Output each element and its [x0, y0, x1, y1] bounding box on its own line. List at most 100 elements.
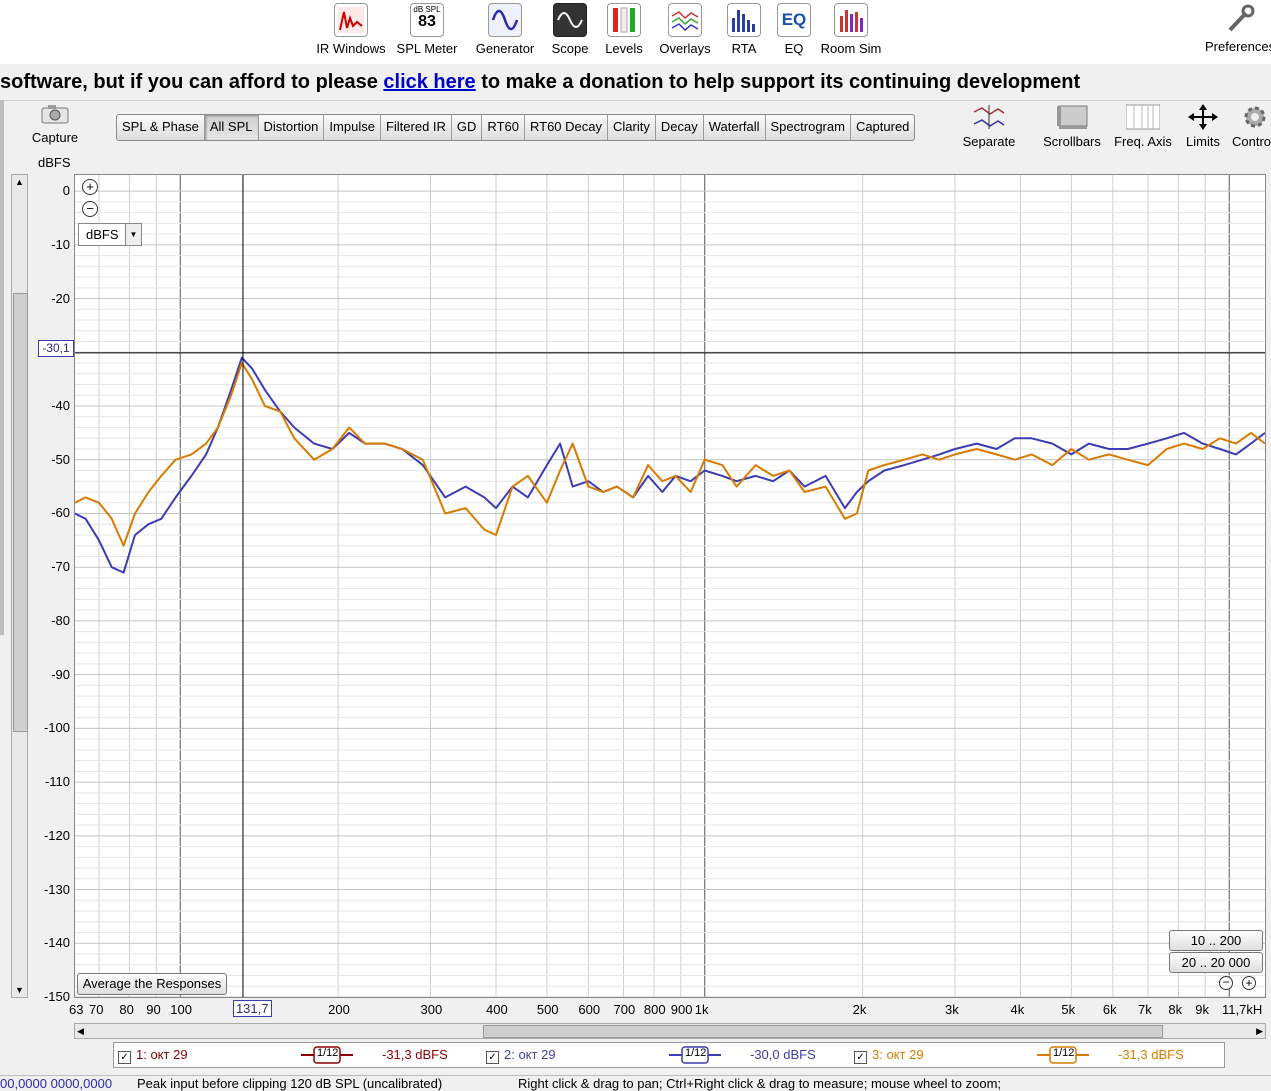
- x-zoom-out-icon[interactable]: −: [1219, 976, 1233, 990]
- x-tick-label: 200: [328, 1002, 350, 1017]
- legend-item-2[interactable]: ✓ 2: окт 29: [486, 1047, 556, 1064]
- x-scrollbar-thumb[interactable]: [483, 1025, 1163, 1038]
- eq-icon: EQ: [777, 3, 811, 37]
- chevron-down-icon: ▼: [125, 224, 141, 245]
- scroll-down-arrow[interactable]: ▼: [12, 983, 27, 997]
- rta-label: RTA: [731, 41, 757, 56]
- y-scrollbar[interactable]: ▲ ▼: [11, 174, 28, 998]
- x-tick-label: 500: [536, 1002, 559, 1017]
- overlays-button[interactable]: Overlays: [657, 3, 713, 56]
- freq-axis-button[interactable]: Freq. Axis: [1110, 104, 1176, 149]
- room-sim-icon: [834, 3, 868, 37]
- eq-button[interactable]: EQ EQ: [777, 3, 811, 56]
- x-zoom-in-icon[interactable]: +: [1242, 976, 1256, 990]
- rta-icon: [727, 3, 761, 37]
- scrollbars-icon: [1055, 104, 1089, 130]
- spl-meter-icon: dB SPL 83: [410, 3, 444, 37]
- tab-rt60-decay[interactable]: RT60 Decay: [525, 115, 608, 140]
- scrollbars-label: Scrollbars: [1043, 134, 1101, 149]
- freq-axis-label: Freq. Axis: [1114, 134, 1172, 149]
- tab-waterfall[interactable]: Waterfall: [704, 115, 766, 140]
- legend-item-3[interactable]: ✓ 3: окт 29: [854, 1047, 924, 1064]
- x-tick-label: 11,7kH: [1222, 1002, 1263, 1017]
- spl-graph[interactable]: + − dBFS ▼ Average the Responses 10 .. 2…: [74, 174, 1266, 998]
- preferences-button[interactable]: Preferences: [1205, 3, 1271, 54]
- banner-text-before: software, but if you can afford to pleas…: [0, 71, 384, 93]
- zoom-in-icon[interactable]: +: [82, 179, 98, 195]
- x-tick-label: 700: [613, 1002, 636, 1017]
- eq-label: EQ: [784, 41, 804, 56]
- tab-filtered-ir[interactable]: Filtered IR: [381, 115, 452, 140]
- legend-item-1[interactable]: ✓ 1: окт 29: [118, 1047, 188, 1064]
- scroll-left-arrow[interactable]: ◀: [77, 1024, 84, 1038]
- scope-icon: [553, 3, 587, 37]
- separate-label: Separate: [962, 134, 1016, 149]
- tab-captured[interactable]: Captured: [851, 115, 914, 140]
- status-bar: 00,0000 0000,0000 Peak input before clip…: [0, 1075, 1271, 1091]
- y-tick-label: -10: [51, 236, 70, 252]
- ir-windows-icon: [334, 3, 368, 37]
- donation-link[interactable]: click here: [383, 71, 475, 93]
- x-tick-label: 9k: [1195, 1002, 1209, 1017]
- y-tick-label: -60: [51, 505, 70, 521]
- legend-smoothing-2[interactable]: 1/12: [669, 1045, 721, 1065]
- x-tick-label: 2k: [852, 1002, 867, 1017]
- tab-spl-phase[interactable]: SPL & Phase: [117, 115, 205, 140]
- left-panel-edge: [0, 100, 4, 635]
- rta-button[interactable]: RTA: [727, 3, 761, 56]
- tab-all-spl[interactable]: All SPL: [204, 115, 259, 140]
- capture-label: Capture: [31, 130, 79, 145]
- scrollbars-button[interactable]: Scrollbars: [1040, 104, 1104, 149]
- x-tick-label: 600: [578, 1002, 601, 1017]
- spl-meter-button[interactable]: dB SPL 83 SPL Meter: [395, 3, 459, 56]
- y-scrollbar-thumb[interactable]: [13, 293, 28, 732]
- series-line-1: [74, 356, 1266, 574]
- legend-smoothing-value: 1/12: [1053, 1047, 1075, 1059]
- scope-button[interactable]: Scope: [548, 3, 592, 56]
- x-tick-label: 800: [643, 1002, 666, 1017]
- range-10-200-button[interactable]: 10 .. 200: [1169, 930, 1263, 951]
- range-20-20000-button[interactable]: 20 .. 20 000: [1169, 952, 1263, 973]
- capture-button[interactable]: Capture: [30, 104, 80, 145]
- unit-select[interactable]: dBFS ▼: [78, 223, 142, 246]
- tab-decay[interactable]: Decay: [656, 115, 704, 140]
- x-tick-label: 63: [69, 1002, 84, 1017]
- x-tick-label: 90: [146, 1002, 161, 1017]
- generator-label: Generator: [475, 41, 535, 56]
- limits-button[interactable]: Limits: [1182, 104, 1224, 149]
- y-tick-label: -50: [51, 451, 70, 467]
- x-tick-label: 70: [88, 1002, 104, 1017]
- legend-level: -31,3 dBFS: [382, 1047, 448, 1062]
- cursor-y-label: -30,1: [38, 340, 74, 357]
- generator-button[interactable]: Generator: [475, 3, 535, 56]
- levels-button[interactable]: Levels: [603, 3, 645, 56]
- banner-text-after: to make a donation to help support its c…: [475, 71, 1081, 93]
- tab-impulse[interactable]: Impulse: [324, 115, 381, 140]
- main-toolbar: IR Windows dB SPL 83 SPL Meter Generator…: [0, 0, 1271, 65]
- legend-smoothing-1[interactable]: 1/12: [301, 1045, 353, 1065]
- tab-clarity[interactable]: Clarity: [608, 115, 656, 140]
- legend-name: 2: окт 29: [504, 1047, 556, 1062]
- room-sim-button[interactable]: Room Sim: [818, 3, 884, 56]
- zoom-out-icon[interactable]: −: [82, 201, 98, 217]
- x-tick-label: 3k: [944, 1002, 959, 1017]
- y-tick-label: -70: [51, 559, 70, 575]
- tab-distortion[interactable]: Distortion: [259, 115, 325, 140]
- legend-smoothing-3[interactable]: 1/12: [1037, 1045, 1089, 1065]
- separate-button[interactable]: Separate: [958, 104, 1020, 149]
- tab-rt60[interactable]: RT60: [482, 115, 525, 140]
- controls-button[interactable]: Contro: [1232, 104, 1271, 149]
- legend-checkbox[interactable]: ✓: [854, 1051, 867, 1064]
- ir-windows-button[interactable]: IR Windows: [316, 3, 386, 56]
- tab-spectrogram[interactable]: Spectrogram: [766, 115, 851, 140]
- x-tick-label: 7k: [1137, 1002, 1152, 1017]
- scroll-up-arrow[interactable]: ▲: [12, 175, 27, 189]
- x-tick-label: 400: [486, 1002, 508, 1017]
- scroll-right-arrow[interactable]: ▶: [1256, 1024, 1263, 1038]
- legend-checkbox[interactable]: ✓: [486, 1051, 499, 1064]
- x-scrollbar[interactable]: ◀ ▶: [74, 1023, 1266, 1039]
- tab-gd[interactable]: GD: [452, 115, 483, 140]
- graph-tabs: SPL & Phase All SPL Distortion Impulse Filte…: [116, 114, 916, 141]
- legend-checkbox[interactable]: ✓: [118, 1051, 131, 1064]
- average-responses-button[interactable]: Average the Responses: [77, 973, 227, 995]
